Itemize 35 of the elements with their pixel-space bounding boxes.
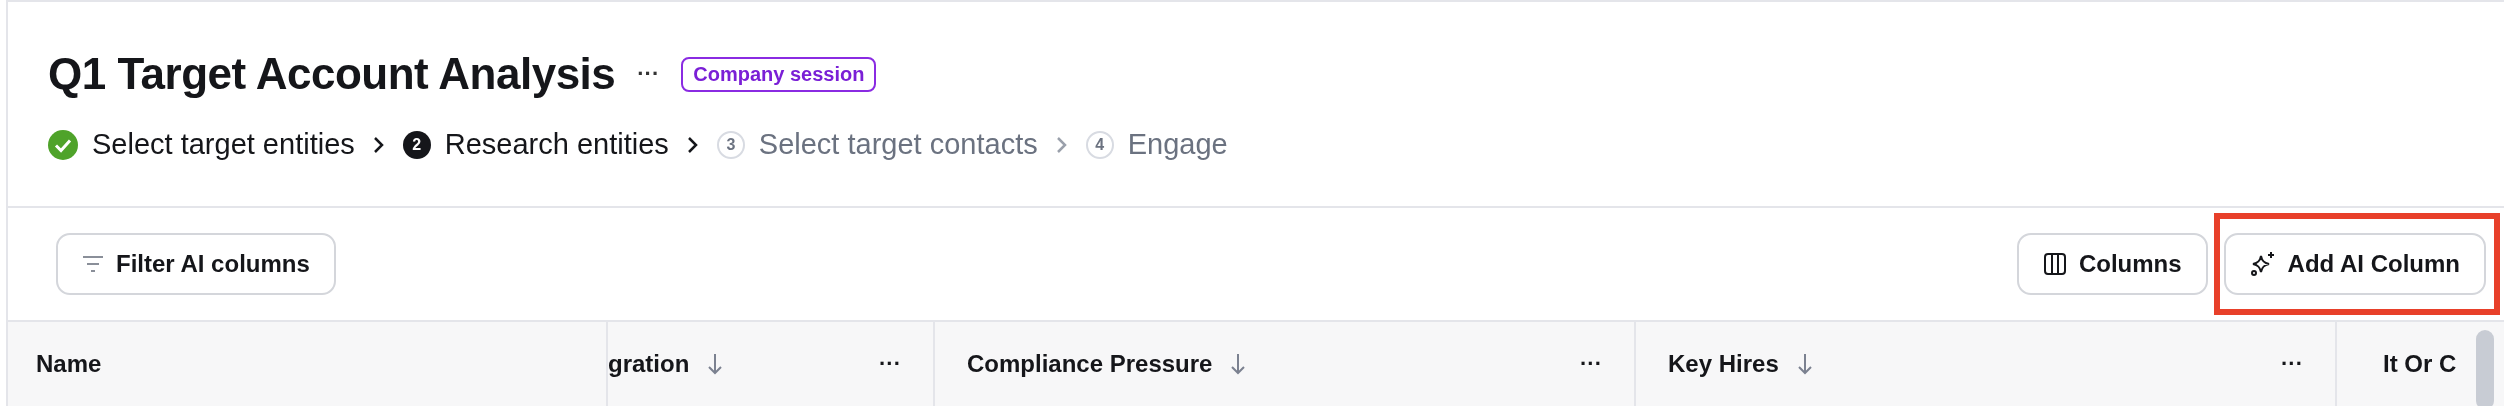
column-label: Compliance Pressure <box>967 350 1213 378</box>
step-label[interactable]: Engage <box>1127 128 1228 161</box>
column-label: It Or C <box>2383 350 2457 378</box>
column-label: Name <box>36 350 102 378</box>
sort-arrow-icon[interactable] <box>1230 352 1247 376</box>
page-title: Q1 Target Account Analysis <box>48 49 616 99</box>
column-label: Key Hires <box>1668 350 1779 378</box>
more-menu[interactable]: ··· <box>637 61 660 87</box>
column-menu[interactable]: ··· <box>2281 351 2303 377</box>
filter-icon <box>82 255 104 273</box>
column-header[interactable]: Compliance Pressure ··· <box>935 322 1636 406</box>
column-menu[interactable]: ··· <box>1580 351 1602 377</box>
scrollbar[interactable] <box>2476 330 2494 406</box>
chevron-icon <box>372 134 385 155</box>
filter-button[interactable]: Filter AI columns <box>56 233 336 295</box>
session-badge: Company session <box>681 56 877 92</box>
column-menu[interactable]: ··· <box>879 351 901 377</box>
column-label: gration <box>608 350 690 378</box>
sort-arrow-icon[interactable] <box>707 352 724 376</box>
step-label[interactable]: Research entities <box>444 128 669 161</box>
sort-arrow-icon[interactable] <box>1796 352 1813 376</box>
step-label[interactable]: Select target contacts <box>758 128 1038 161</box>
step-number: 3 <box>716 130 745 159</box>
column-header[interactable]: Key Hires ··· <box>1636 322 2337 406</box>
chevron-icon <box>686 134 699 155</box>
column-header[interactable]: gration ··· <box>608 322 935 406</box>
add-ai-column-button[interactable]: Add AI Column <box>2223 233 2486 295</box>
step-label[interactable]: Select target entities <box>92 128 355 161</box>
column-header[interactable]: Name <box>8 322 608 406</box>
step-number: 2 <box>402 130 431 159</box>
columns-icon <box>2042 252 2067 276</box>
sparkle-icon <box>2249 251 2276 277</box>
step-number: 4 <box>1085 130 1114 159</box>
chevron-icon <box>1055 134 1068 155</box>
columns-button[interactable]: Columns <box>2016 233 2208 295</box>
